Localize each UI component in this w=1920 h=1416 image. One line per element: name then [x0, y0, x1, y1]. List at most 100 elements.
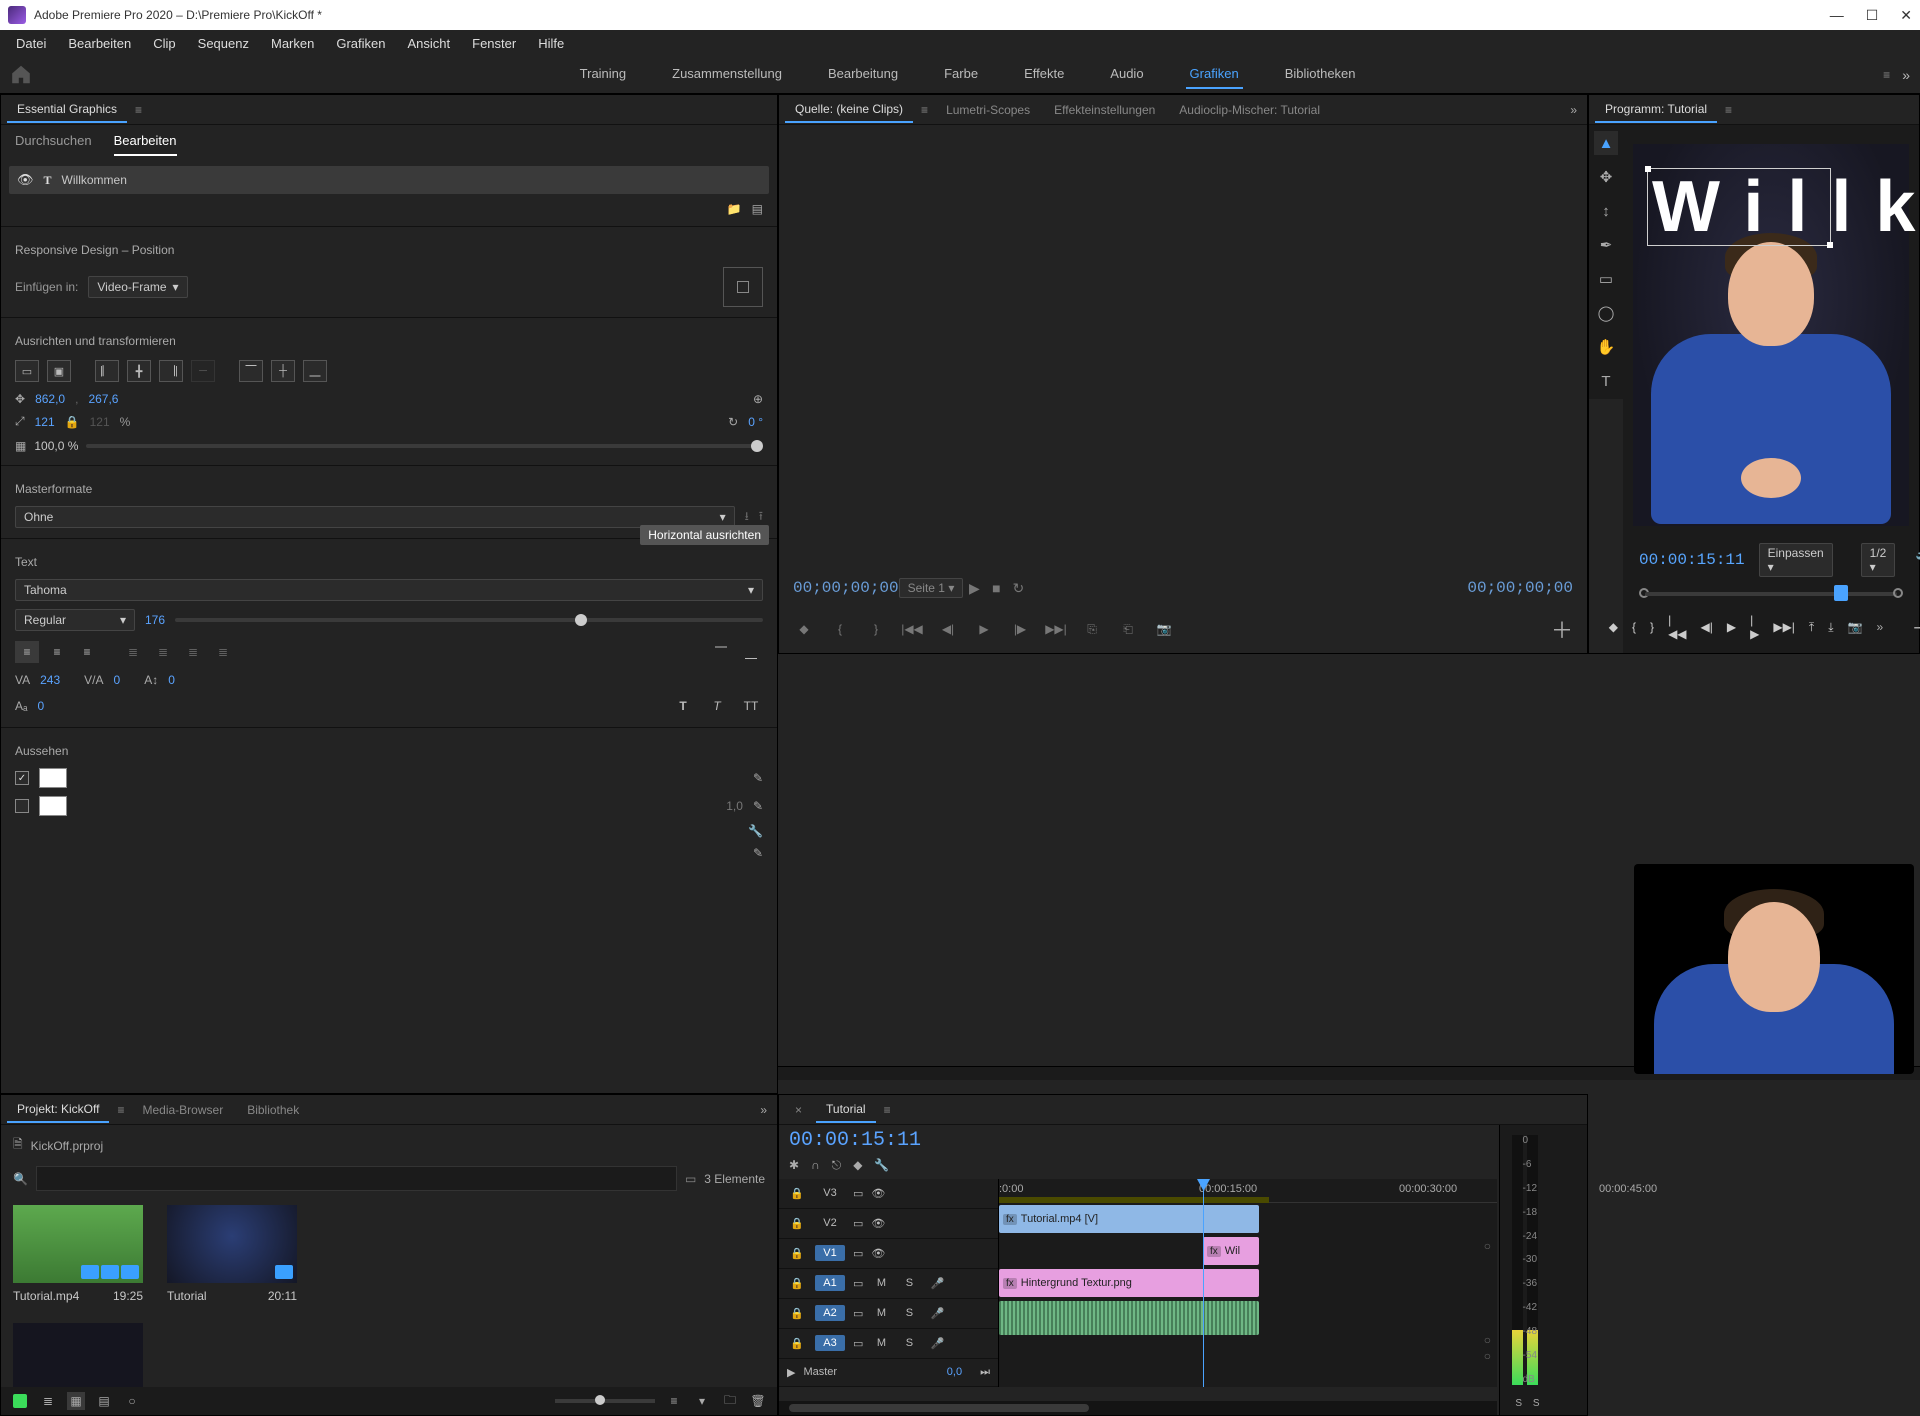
track-label[interactable]: A1	[815, 1275, 845, 1291]
source-tc-in[interactable]: 00;00;00;00	[793, 579, 899, 597]
source-step-back-icon[interactable]: ◀|	[937, 618, 959, 640]
track-output-icon[interactable]: ▭	[853, 1337, 863, 1350]
master-skip-icon[interactable]: ⏭	[980, 1366, 990, 1379]
stroke-color-swatch[interactable]	[39, 796, 67, 816]
icon-view-icon[interactable]: ▦	[67, 1392, 85, 1410]
program-tab-menu-icon[interactable]: ≡	[1721, 103, 1736, 117]
anchor-point-icon[interactable]: ⊕	[753, 392, 763, 406]
workspace-overflow-button[interactable]: »	[1902, 67, 1910, 83]
source-insert-icon[interactable]: ⎘	[1081, 618, 1103, 640]
program-resolution-dropdown[interactable]: 1/2 ▾	[1861, 543, 1896, 577]
scale-lock-icon[interactable]: 🔒	[65, 415, 80, 429]
program-fit-dropdown[interactable]: Einpassen ▾	[1759, 543, 1833, 577]
workspace-grafiken[interactable]: Grafiken	[1186, 60, 1243, 89]
lock-icon[interactable]: 🔒	[787, 1243, 807, 1263]
source-goto-in-icon[interactable]: |◀◀	[901, 618, 923, 640]
hand-tool-icon[interactable]: ✋	[1594, 335, 1618, 359]
search-icon[interactable]: 🔍	[13, 1172, 28, 1186]
program-tc-current[interactable]: 00:00:15:11	[1639, 551, 1745, 569]
appearance-eyedropper-icon[interactable]: ✎	[753, 846, 763, 860]
menu-bearbeiten[interactable]: Bearbeiten	[58, 32, 141, 55]
faux-italic-button[interactable]: T	[705, 695, 729, 717]
prog-mark-out-icon[interactable]: }	[1650, 616, 1654, 638]
tab-bibliothek[interactable]: Bibliothek	[237, 1098, 309, 1122]
align-left-button[interactable]: |⎸	[95, 360, 119, 382]
align-rect2-button[interactable]: ▣	[47, 360, 71, 382]
mute-button[interactable]: M	[871, 1303, 891, 1323]
tracking-value[interactable]: 243	[40, 673, 60, 687]
source-play-icon[interactable]: ▶	[963, 577, 985, 599]
opacity-value[interactable]: 100,0 %	[34, 439, 78, 453]
prog-transport-overflow-icon[interactable]: »	[1877, 620, 1884, 634]
tab-project[interactable]: Projekt: KickOff	[7, 1097, 109, 1123]
workspace-audio[interactable]: Audio	[1106, 60, 1147, 89]
track-header-a3[interactable]: 🔒 A3 ▭ M S 🎤	[779, 1329, 998, 1359]
text-align-center-button[interactable]: ≡	[45, 641, 69, 663]
pen-tool-icon[interactable]: ✒	[1594, 233, 1618, 257]
project-item[interactable]: Tutorial20:11	[167, 1205, 297, 1303]
track-label[interactable]: V3	[815, 1185, 845, 1201]
clip-audio-main[interactable]	[999, 1301, 1259, 1335]
lock-icon[interactable]: 🔒	[787, 1183, 807, 1203]
lock-icon[interactable]: 🔒	[787, 1273, 807, 1293]
text-align-justify2-button[interactable]: ≣	[151, 641, 175, 663]
track-output-icon[interactable]: ▭	[853, 1217, 863, 1230]
lock-icon[interactable]: 🔒	[787, 1303, 807, 1323]
workspace-bibliotheken[interactable]: Bibliotheken	[1281, 60, 1360, 89]
eg-new-layer-icon[interactable]: ▤	[752, 202, 763, 216]
menu-grafiken[interactable]: Grafiken	[326, 32, 395, 55]
source-tab-menu-icon[interactable]: ≡	[917, 103, 932, 117]
project-item[interactable]: Tutorial.mp419:25	[13, 1205, 143, 1303]
prog-mark-in-icon[interactable]: {	[1632, 616, 1636, 638]
align-top-button[interactable]: ⎺	[239, 360, 263, 382]
source-tc-out[interactable]: 00;00;00;00	[1467, 579, 1573, 597]
menu-datei[interactable]: Datei	[6, 32, 56, 55]
prog-step-fwd-icon[interactable]: |▶	[1750, 616, 1759, 638]
prog-lift-icon[interactable]: ⤒	[1809, 616, 1814, 638]
vertical-type-tool-icon[interactable]: ↕	[1594, 199, 1618, 223]
tl-vscroll-marker-icon[interactable]: ○	[1484, 1239, 1491, 1253]
track-label[interactable]: A3	[815, 1335, 845, 1351]
solo-button[interactable]: S	[899, 1303, 919, 1323]
faux-bold-button[interactable]: T	[671, 695, 695, 717]
align-right-button[interactable]: ⎹|	[159, 360, 183, 382]
tl-linked-icon[interactable]: ⎋	[832, 1158, 842, 1173]
menu-hilfe[interactable]: Hilfe	[528, 32, 574, 55]
tl-vscroll-marker-icon[interactable]: ○	[1484, 1333, 1491, 1347]
menu-clip[interactable]: Clip	[143, 32, 185, 55]
prog-playpause-icon[interactable]: ▶	[1727, 616, 1736, 638]
source-button-editor[interactable]: ＋	[1551, 613, 1573, 645]
timeline-ruler[interactable]: :0:00 00:00:15:00 00:00:30:00 00:00:45:0…	[999, 1179, 1497, 1203]
clip-video-main[interactable]: fxTutorial.mp4 [V]	[999, 1205, 1259, 1233]
program-scrubber[interactable]	[1639, 583, 1903, 603]
window-close-button[interactable]: ✕	[1900, 7, 1912, 24]
fill-enable-checkbox[interactable]	[15, 771, 29, 785]
prog-goto-in-icon[interactable]: |◀◀	[1668, 616, 1686, 638]
track-header-v3[interactable]: 🔒 V3 ▭ 👁	[779, 1179, 998, 1209]
menu-marken[interactable]: Marken	[261, 32, 324, 55]
text-align-justify4-button[interactable]: ≣	[211, 641, 235, 663]
source-tabs-overflow-button[interactable]: »	[1566, 99, 1581, 121]
text-align-justify3-button[interactable]: ≣	[181, 641, 205, 663]
prog-goto-out-icon[interactable]: ▶▶|	[1773, 616, 1795, 638]
prog-extract-icon[interactable]: ⤓	[1828, 616, 1833, 638]
track-header-master[interactable]: ▶ Master 0,0 ⏭	[779, 1359, 998, 1387]
clip-background[interactable]: fxHintergrund Textur.png	[999, 1269, 1259, 1297]
tab-lumetri-scopes[interactable]: Lumetri-Scopes	[936, 98, 1040, 122]
track-header-v1[interactable]: 🔒 V1 ▭ 👁	[779, 1239, 998, 1269]
stroke-width-value[interactable]: 1,0	[726, 799, 743, 813]
eg-layer-row[interactable]: 👁 T Willkommen	[9, 166, 769, 194]
solo-button[interactable]: S	[899, 1333, 919, 1353]
source-mark-in-icon[interactable]: {	[829, 618, 851, 640]
timeline-tab[interactable]: Tutorial	[816, 1097, 876, 1123]
tab-source[interactable]: Quelle: (keine Clips)	[785, 97, 913, 123]
eg-panel-tab[interactable]: Essential Graphics	[7, 97, 127, 123]
project-tab-menu-icon[interactable]: ≡	[113, 1103, 128, 1117]
voiceover-icon[interactable]: 🎤	[927, 1333, 947, 1353]
tl-vscroll-marker-icon[interactable]: ○	[1484, 1349, 1491, 1363]
appearance-wrench-icon[interactable]: 🔧	[748, 824, 763, 838]
align-hcenter-button[interactable]: ╋	[127, 360, 151, 382]
workspace-farbe[interactable]: Farbe	[940, 60, 982, 89]
ellipse-tool-icon[interactable]: ◯	[1594, 301, 1618, 325]
rectangle-tool-icon[interactable]: ▭	[1594, 267, 1618, 291]
